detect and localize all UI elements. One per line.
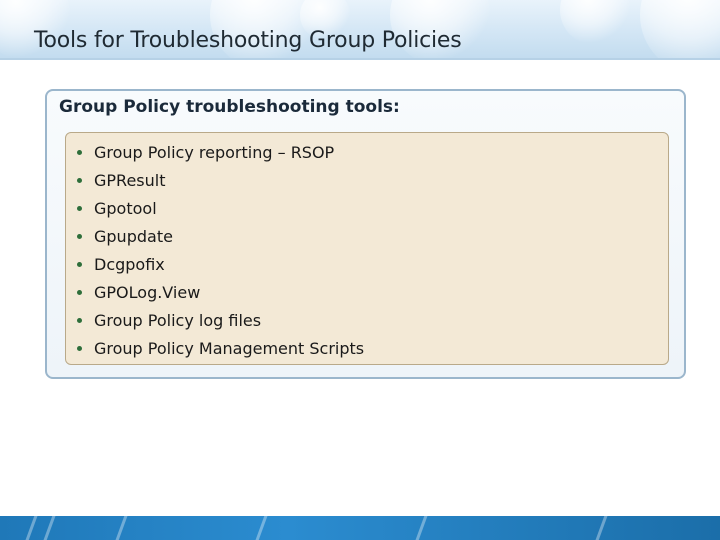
list-item-label: GPResult [94,171,166,191]
list-item-label: Dcgpofix [94,255,165,274]
list-item: Dcgpofix [74,251,668,279]
bullet-icon [77,317,82,323]
list-item: Gpupdate [74,223,668,251]
decorative-streak [40,516,59,540]
bullet-icon [77,178,82,184]
bullet-icon [77,234,82,240]
list-item-label: Group Policy log files [94,310,262,330]
bullet-icon [77,206,82,212]
list-item: Group Policy log files [74,306,668,334]
tools-panel: Group Policy troubleshooting tools: Grou… [45,89,686,379]
list-item: Group Policy Management Scripts [74,334,668,362]
tools-list: Group Policy reporting – RSOP GPResult G… [74,139,668,362]
list-item-label: Gpotool [94,199,157,219]
list-item: GPOLog.View [74,278,668,306]
decorative-bubble [640,0,720,58]
list-item-label: Group Policy Management Scripts [94,338,365,358]
header-banner: Tools for Troubleshooting Group Policies [0,0,720,60]
bullet-icon [77,289,82,295]
decorative-streak [112,516,131,540]
list-item-label: Group Policy reporting – RSOP [94,143,335,163]
list-item: Group Policy reporting – RSOP [74,139,668,167]
bullet-icon [77,150,82,156]
list-item: GPResult [74,167,668,195]
list-item-label: Gpupdate [94,227,173,247]
tools-list-box: Group Policy reporting – RSOP GPResult G… [65,132,669,365]
footer-banner [0,516,720,540]
panel-heading: Group Policy troubleshooting tools: [59,97,400,117]
bullet-icon [77,262,82,267]
decorative-streak [592,516,611,540]
list-item: Gpotool [74,195,668,223]
decorative-streak [252,516,271,540]
decorative-bubble [560,0,630,45]
list-item-label: GPOLog.View [94,282,201,302]
slide-title: Tools for Troubleshooting Group Policies [34,28,462,53]
decorative-streak [412,516,431,540]
decorative-streak [22,516,41,540]
bullet-icon [77,345,82,351]
